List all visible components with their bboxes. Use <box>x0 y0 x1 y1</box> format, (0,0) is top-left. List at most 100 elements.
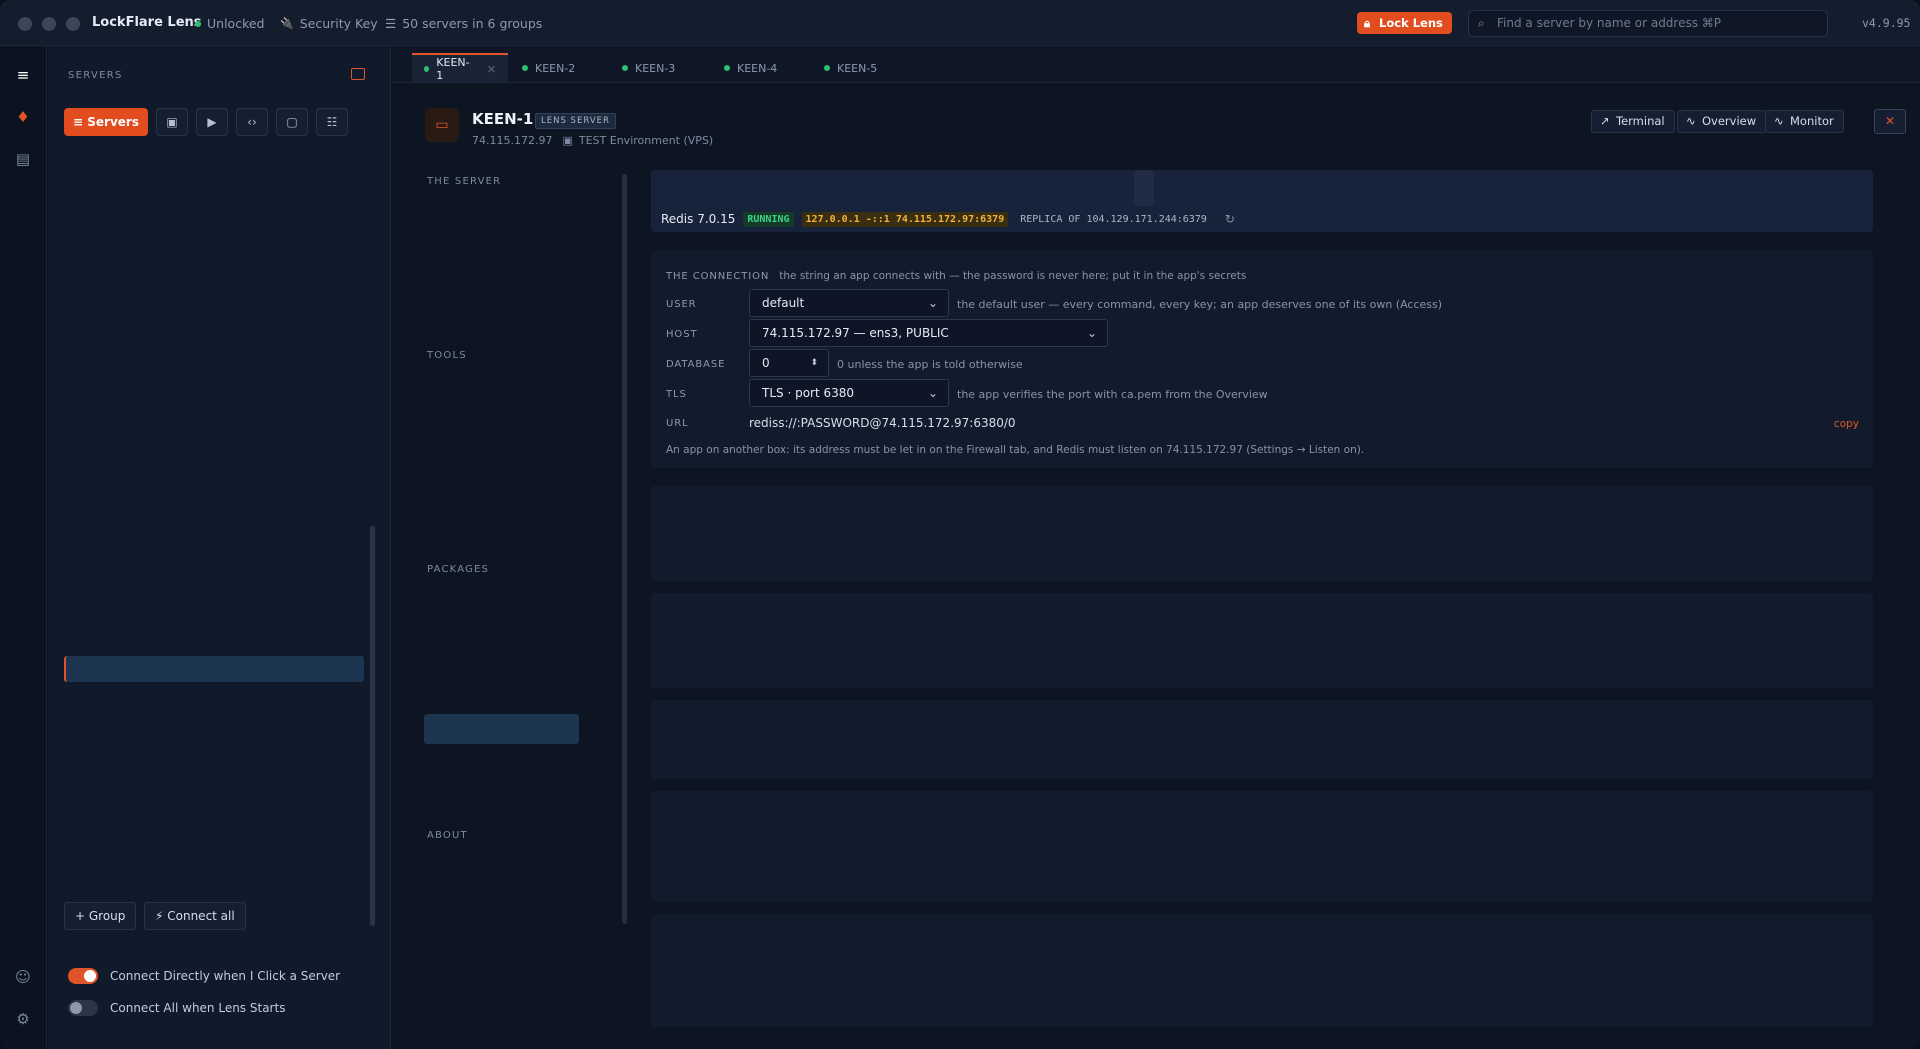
sidebar-collapse-icon[interactable] <box>351 68 365 80</box>
server-row[interactable] <box>64 395 364 421</box>
refresh-icon[interactable]: ↻ <box>1225 212 1235 226</box>
nav-item-http-tunnel[interactable] <box>424 399 579 429</box>
host-select[interactable]: 74.115.172.97 — ens3, PUBLIC ⌄ <box>749 319 1108 347</box>
nav-item-backups[interactable] <box>424 501 579 531</box>
server-row[interactable] <box>64 290 364 316</box>
server-row[interactable] <box>64 369 364 395</box>
nav-item-mail[interactable] <box>424 680 579 710</box>
tab-replication[interactable] <box>1030 170 1050 206</box>
server-row[interactable] <box>64 421 364 447</box>
nav-item-run-template[interactable] <box>424 433 579 463</box>
close-server-button[interactable]: ✕ <box>1874 109 1906 134</box>
tab-keys[interactable] <box>757 170 777 206</box>
tab-overview[interactable] <box>659 170 679 206</box>
play-tool-button[interactable]: ▶ <box>196 108 228 136</box>
nav-item-websites[interactable] <box>424 578 579 608</box>
maximize-window-icon[interactable] <box>66 17 80 31</box>
tab-access[interactable] <box>947 170 967 206</box>
nav-item-containers[interactable] <box>424 612 579 642</box>
server-row[interactable] <box>64 447 364 473</box>
server-row[interactable] <box>64 473 364 499</box>
server-row[interactable] <box>64 264 364 290</box>
minimize-window-icon[interactable] <box>42 17 56 31</box>
nav-item-tunnels[interactable] <box>424 365 579 395</box>
server-group-row[interactable] <box>64 238 364 264</box>
server-row[interactable] <box>64 578 364 604</box>
network-tool-button[interactable]: ☷ <box>316 108 348 136</box>
flame-rail-icon[interactable]: ♦ <box>12 106 34 128</box>
sidebar-scrollbar[interactable] <box>370 526 375 926</box>
server-row[interactable] <box>64 734 364 760</box>
nav-item-vpn[interactable] <box>424 748 579 778</box>
header-monitor-button[interactable]: ∿ Monitor <box>1765 110 1844 133</box>
server-row[interactable] <box>64 760 364 786</box>
database-stepper[interactable]: 0 ⬍ <box>749 349 829 377</box>
server-row[interactable] <box>64 186 364 212</box>
server-row[interactable] <box>64 525 364 551</box>
tab-keen-5[interactable]: KEEN-5 <box>812 53 889 83</box>
code-tool-button[interactable]: ‹› <box>236 108 268 136</box>
server-row[interactable] <box>64 317 364 343</box>
gear-icon[interactable]: ⚙ <box>12 1008 34 1030</box>
toggle-switch-on[interactable] <box>68 968 98 984</box>
tab-keen-1[interactable]: KEEN-1 ✕ <box>412 53 508 83</box>
folder-rail-icon[interactable]: ▤ <box>12 148 34 170</box>
nav-item-system-setup[interactable] <box>424 258 579 288</box>
tab-keen-4[interactable]: KEEN-4 <box>712 53 789 83</box>
nav-item-balancer[interactable] <box>424 782 579 812</box>
tab-performance[interactable] <box>825 170 845 206</box>
nav-item-themis-ai[interactable] <box>424 535 579 565</box>
connect-all-button[interactable]: ⚡︎ Connect all <box>144 902 246 930</box>
add-group-button[interactable]: + Group <box>64 902 137 930</box>
server-group-row[interactable] <box>64 812 364 838</box>
server-row[interactable] <box>64 160 364 186</box>
server-row[interactable] <box>64 343 364 369</box>
tab-firewall[interactable] <box>1261 170 1281 206</box>
servers-rail-icon[interactable]: ≡ <box>12 64 34 86</box>
nav-item-terminal[interactable] <box>424 190 579 220</box>
close-icon[interactable]: ✕ <box>487 63 496 76</box>
user-select[interactable]: default ⌄ <box>749 289 949 317</box>
toggle-switch-off[interactable] <box>68 1000 98 1016</box>
nav-scrollbar[interactable] <box>622 174 627 924</box>
security-key-indicator[interactable]: 🔌 Security Key <box>280 16 378 31</box>
package-tool-button[interactable]: ▢ <box>276 108 308 136</box>
tls-select[interactable]: TLS · port 6380 ⌄ <box>749 379 949 407</box>
close-window-icon[interactable] <box>18 17 32 31</box>
left-rail: ≡ ♦ ▤ ☺ ⚙ <box>0 46 47 1049</box>
server-row[interactable] <box>64 551 364 577</box>
nav-item-history[interactable] <box>424 292 579 322</box>
nav-item-security-setup[interactable] <box>424 224 579 254</box>
tab-keen-2[interactable]: KEEN-2 <box>510 53 587 83</box>
terminal-tool-button[interactable]: ▣ <box>156 108 188 136</box>
header-overview-button[interactable]: ∿ Overview <box>1677 110 1767 133</box>
server-row[interactable] <box>64 838 364 864</box>
server-row[interactable] <box>64 212 364 238</box>
server-row[interactable] <box>64 865 364 891</box>
server-row[interactable] <box>64 604 364 630</box>
nav-section-title: TOOLS <box>427 350 467 361</box>
search-input[interactable]: ⌕ Find a server by name or address ⌘P <box>1468 10 1828 37</box>
nav-item-remove[interactable] <box>424 911 579 941</box>
server-row[interactable] <box>64 630 364 656</box>
users-rail-icon[interactable]: ☺ <box>12 966 34 988</box>
server-row[interactable] <box>64 682 364 708</box>
lock-lens-button[interactable]: 🔒︎ Lock Lens <box>1357 12 1452 34</box>
tab-keen-3[interactable]: KEEN-3 <box>610 53 687 83</box>
copy-url-button[interactable]: copy <box>1834 418 1859 430</box>
toggle-connect-all[interactable]: Connect All when Lens Starts <box>68 1000 285 1016</box>
nav-item-browse-files[interactable] <box>424 467 579 497</box>
nav-item-redis[interactable] <box>424 714 579 744</box>
server-row[interactable] <box>64 499 364 525</box>
toggle-connect-directly[interactable]: Connect Directly when I Click a Server <box>68 968 340 984</box>
server-row[interactable] <box>64 655 364 682</box>
server-row[interactable] <box>64 708 364 734</box>
servers-button[interactable]: ≡ Servers <box>64 108 148 136</box>
nav-item-edit-server[interactable] <box>424 877 579 907</box>
tab-settings[interactable] <box>1358 170 1378 206</box>
tab-connect-apps[interactable] <box>1134 170 1154 206</box>
header-terminal-button[interactable]: ↗ Terminal <box>1591 110 1675 133</box>
nav-item-about-this-server[interactable] <box>424 843 579 873</box>
server-row[interactable] <box>64 786 364 812</box>
nav-item-mongodb[interactable] <box>424 646 579 676</box>
